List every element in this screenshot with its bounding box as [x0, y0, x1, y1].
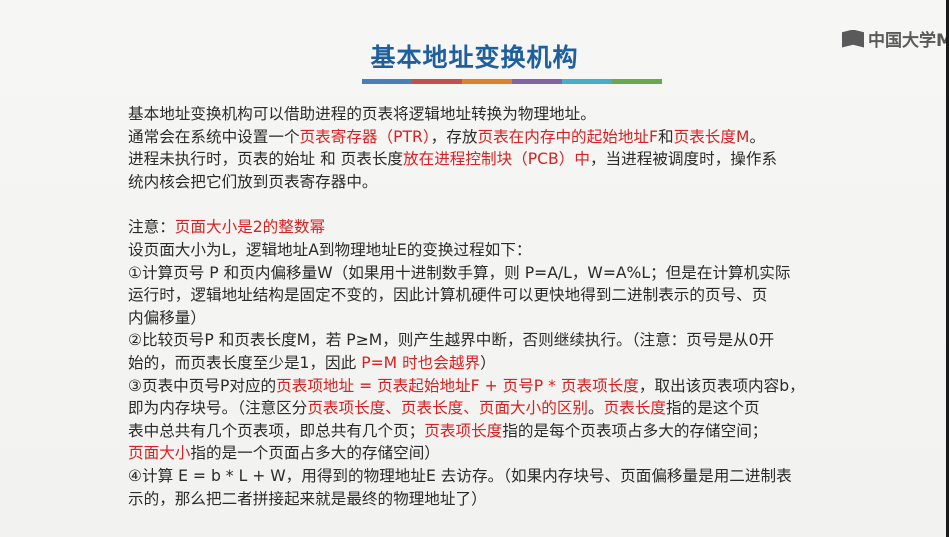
highlight: 页表长度M	[673, 127, 750, 146]
highlight: 页表项长度、页表长度、页面大小的区别	[307, 399, 589, 418]
text-line: 设页面大小为L，逻辑地址A到物理地址E的变换过程如下：	[128, 240, 532, 259]
step-4-line: ④计算 E = b * L + W，用得到的物理地址E 去访存。（如果内存块号、…	[128, 466, 792, 485]
highlight: 页表在内存中的起始地址F	[477, 127, 658, 146]
step-3-line: 即为内存块号。（注意区分页表项长度、页表长度、页面大小的区别。页表长度指的是这个…	[128, 399, 760, 418]
slide-title: 基本地址变换机构	[370, 43, 579, 72]
step-3-line: 页面大小指的是一个页面占多大的存储空间）	[128, 444, 440, 463]
text-line: 通常会在系统中设置一个页表寄存器（PTR），存放页表在内存中的起始地址F和页表长…	[128, 127, 766, 146]
step-2-line: 始的，而页表长度至少是1，因此 P=M 时也会越界）	[128, 353, 496, 372]
book-icon	[842, 29, 864, 48]
highlight: P=M 时也会越界	[361, 353, 481, 372]
slide-content: 基本地址变换机构可以借助进程的页表将逻辑地址转换为物理地址。 通常会在系统中设置…	[128, 103, 928, 510]
title-underline-segment	[612, 79, 662, 84]
step-2-line: ②比较页号P 和页表长度M，若 P≥M，则产生越界中断，否则继续执行。（注意：页…	[128, 331, 775, 350]
text-line: 统内核会把它们放到页表寄存器中。	[128, 172, 378, 191]
step-1-line: 内偏移量）	[128, 308, 206, 327]
note-line: 注意：页面大小是2的整数幂	[128, 218, 326, 237]
highlight: 页表长度	[603, 399, 667, 418]
title-underline-segment	[362, 79, 412, 84]
step-1-line: 运行时，逻辑地址结构是固定不变的，因此计算机硬件可以更快地得到二进制表示的页号、…	[128, 286, 768, 305]
highlight: 页面大小	[128, 444, 191, 463]
step-4-line: 示的，那么把二者拼接起来就是最终的物理地址了）	[128, 489, 487, 508]
step-1-line: ①计算页号 P 和页内偏移量W（如果用十进制数手算，则 P=A/L，W=A%L；…	[128, 263, 791, 282]
highlight: 放在进程控制块（PCB）中	[403, 150, 590, 169]
highlight: 页表项地址 = 页表起始地址F + 页号P * 页表项长度	[276, 376, 639, 395]
title-underline-segment	[462, 79, 512, 84]
title-underline-segment	[412, 79, 462, 84]
step-3-line: 表中总共有几个页表项，即总共有几个页；页表项长度指的是每个页表项占多大的存储空间…	[128, 421, 768, 440]
step-3-line: ③页表中页号P对应的页表项地址 = 页表起始地址F + 页号P * 页表项长度，…	[128, 376, 805, 395]
title-underline-segment	[562, 79, 612, 84]
highlight: 页表项长度	[424, 421, 503, 440]
logo-text: 中国大学M	[868, 31, 949, 51]
text-line: 进程未执行时，页表的始址 和 页表长度放在进程控制块（PCB）中，当进程被调度时…	[128, 150, 778, 169]
watermark-logo: 中国大学M	[842, 26, 949, 51]
highlight: 页表寄存器（PTR）	[299, 127, 431, 146]
highlight: 页面大小是2的整数幂	[174, 218, 326, 237]
text-line: 基本地址变换机构可以借助进程的页表将逻辑地址转换为物理地址。	[128, 105, 596, 123]
slide: 基本地址变换机构 中国大学M 基本地址变换机构可以借助进程的页表将逻辑地址转换为…	[0, 0, 949, 537]
title-underline-segment	[512, 79, 562, 84]
